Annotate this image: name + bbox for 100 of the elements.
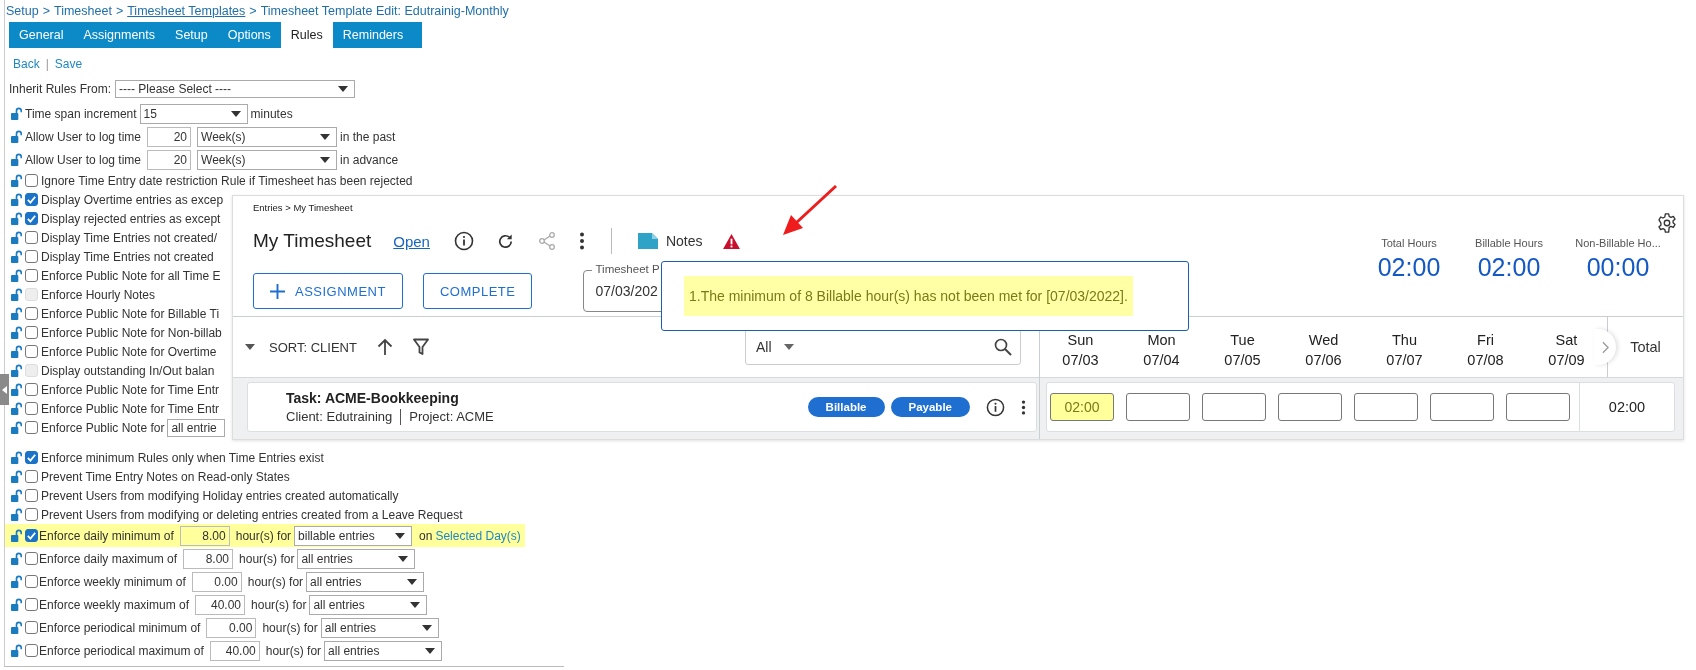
info-icon[interactable] <box>986 397 1005 417</box>
number-field[interactable]: 40.00 <box>209 640 260 661</box>
hours-field[interactable] <box>1430 393 1494 421</box>
hours-field[interactable] <box>1506 393 1570 421</box>
dropdown[interactable]: Week(s) <box>197 126 338 147</box>
arrow-up-icon[interactable] <box>376 338 393 356</box>
tab[interactable]: Options <box>217 22 281 48</box>
warning-icon[interactable] <box>722 233 740 249</box>
hours-field[interactable] <box>1126 393 1190 421</box>
dropdown[interactable]: billable entries <box>294 525 413 546</box>
days-link[interactable]: Selected Day(s) <box>435 528 521 543</box>
hours-field[interactable] <box>1202 393 1266 421</box>
padlock-icon[interactable] <box>11 345 22 358</box>
sort-button[interactable]: SORT: CLIENT <box>245 339 357 355</box>
checkbox[interactable] <box>25 250 38 263</box>
padlock-icon[interactable] <box>11 326 22 339</box>
padlock-icon[interactable] <box>11 288 22 301</box>
checkbox[interactable] <box>25 508 38 521</box>
checkbox[interactable] <box>25 621 38 634</box>
add-assignment-button[interactable]: ASSIGNMENT <box>253 273 403 309</box>
filter-icon[interactable] <box>412 338 429 356</box>
padlock-icon[interactable] <box>11 250 22 263</box>
hours-field[interactable] <box>1354 393 1418 421</box>
dropdown[interactable]: all entries <box>320 617 439 638</box>
number-field[interactable]: 20 <box>147 149 192 170</box>
number-field[interactable]: 8.00 <box>183 548 234 569</box>
padlock-icon[interactable] <box>11 212 22 225</box>
notes-button[interactable]: Notes <box>637 233 703 249</box>
dropdown[interactable]: all entries <box>306 571 425 592</box>
dropdown[interactable]: all entries <box>324 640 443 661</box>
padlock-icon[interactable] <box>11 470 22 483</box>
padlock-icon[interactable] <box>11 421 22 434</box>
padlock-icon[interactable] <box>11 575 22 588</box>
dropdown[interactable]: all entrie <box>167 418 226 437</box>
view-dropdown[interactable]: All <box>756 339 794 355</box>
tab[interactable]: Rules <box>280 22 333 48</box>
breadcrumb-link[interactable]: Timesheet Template Edit: Edutrainig-Monthly <box>260 4 509 18</box>
dropdown[interactable]: all entries <box>309 594 428 615</box>
checkbox[interactable] <box>25 402 38 415</box>
hours-field[interactable]: 02:00 <box>1050 393 1114 421</box>
tab[interactable]: Reminders <box>332 22 414 48</box>
padlock-icon[interactable] <box>11 383 22 396</box>
padlock-icon[interactable] <box>11 621 22 634</box>
checkbox[interactable] <box>25 269 38 282</box>
checkbox[interactable] <box>25 552 38 565</box>
padlock-icon[interactable] <box>11 231 22 244</box>
dropdown[interactable]: ---- Please Select ---- <box>115 80 356 98</box>
checkbox[interactable] <box>25 489 38 502</box>
padlock-icon[interactable] <box>11 174 22 187</box>
checkbox[interactable] <box>25 383 38 396</box>
padlock-icon[interactable] <box>11 153 22 166</box>
padlock-icon[interactable] <box>11 489 22 502</box>
padlock-icon[interactable] <box>11 598 22 611</box>
checkbox[interactable] <box>25 598 38 611</box>
checkbox[interactable] <box>25 421 38 434</box>
number-field[interactable]: 0.00 <box>206 617 257 638</box>
tab[interactable]: Setup <box>165 22 218 48</box>
checkbox[interactable] <box>25 193 38 206</box>
padlock-icon[interactable] <box>11 307 22 320</box>
checkbox[interactable] <box>25 231 38 244</box>
padlock-icon[interactable] <box>11 529 22 542</box>
hours-field[interactable] <box>1278 393 1342 421</box>
checkbox[interactable] <box>25 451 38 464</box>
checkbox[interactable] <box>25 212 38 225</box>
checkbox[interactable] <box>25 307 38 320</box>
info-icon[interactable] <box>453 231 474 251</box>
more-icon[interactable] <box>1021 398 1026 416</box>
checkbox[interactable] <box>25 326 38 339</box>
dropdown[interactable]: all entries <box>297 548 416 569</box>
number-field[interactable]: 0.00 <box>191 571 242 592</box>
padlock-icon[interactable] <box>11 130 22 143</box>
checkbox[interactable] <box>25 529 38 542</box>
dropdown[interactable]: 15 <box>139 103 248 124</box>
complete-button[interactable]: COMPLETE <box>422 273 533 309</box>
padlock-icon[interactable] <box>11 364 22 377</box>
checkbox[interactable] <box>25 575 38 588</box>
padlock-icon[interactable] <box>11 193 22 206</box>
padlock-icon[interactable] <box>11 644 22 657</box>
padlock-icon[interactable] <box>11 402 22 415</box>
tab[interactable]: Assignments <box>73 22 166 48</box>
checkbox[interactable] <box>25 644 38 657</box>
breadcrumb-link[interactable]: Setup <box>6 4 39 18</box>
status-link[interactable]: Open <box>393 232 430 250</box>
number-field[interactable]: 40.00 <box>195 594 246 615</box>
checkbox[interactable] <box>25 174 38 187</box>
padlock-icon[interactable] <box>11 107 22 120</box>
number-field[interactable]: 8.00 <box>179 525 230 546</box>
more-icon[interactable] <box>578 231 585 251</box>
dropdown[interactable]: Week(s) <box>197 149 338 170</box>
padlock-icon[interactable] <box>11 552 22 565</box>
tab[interactable]: General <box>9 22 74 48</box>
collapse-handle[interactable] <box>0 374 9 405</box>
breadcrumb-link[interactable]: Timesheet Templates <box>127 4 246 18</box>
padlock-icon[interactable] <box>11 269 22 282</box>
checkbox[interactable] <box>25 470 38 483</box>
number-field[interactable]: 20 <box>147 126 192 147</box>
settings-icon[interactable] <box>1657 213 1677 233</box>
breadcrumb-link[interactable]: Timesheet <box>54 4 112 18</box>
action-link[interactable]: Save <box>54 57 83 71</box>
padlock-icon[interactable] <box>11 451 22 464</box>
